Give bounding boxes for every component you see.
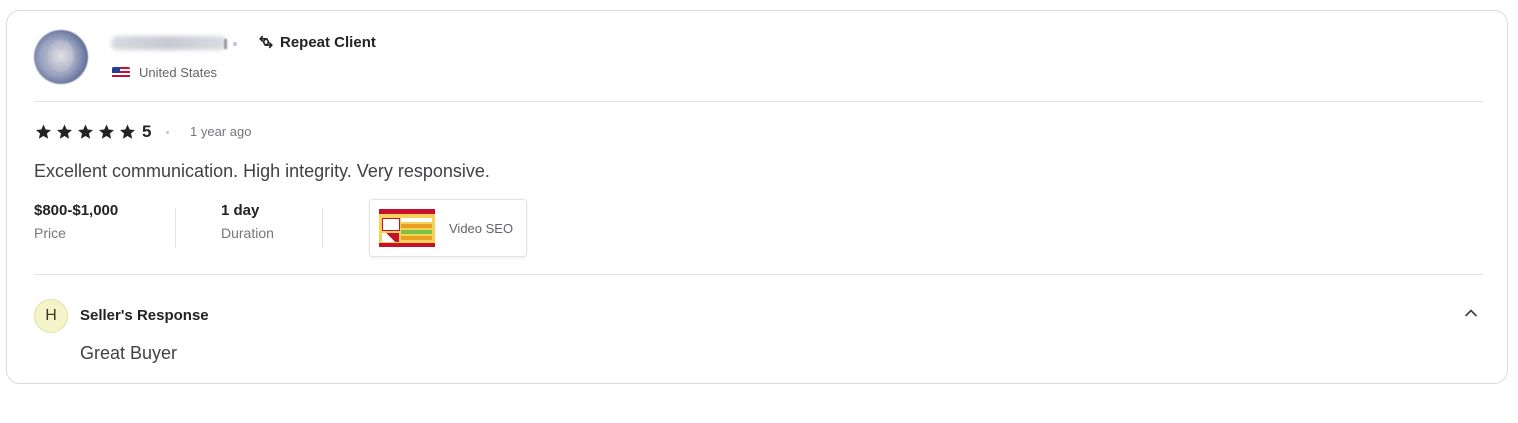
star-icon (78, 124, 93, 139)
us-flag-icon (112, 66, 130, 79)
username-blur-fragment (224, 39, 227, 49)
chevron-up-icon[interactable] (1461, 303, 1481, 323)
youtube-logo-icon (382, 218, 400, 231)
rating-value: 5 (142, 122, 152, 141)
country-name: United States (139, 65, 218, 80)
repeat-client-label: Repeat Client (280, 33, 376, 51)
gig-thumbnail (379, 209, 435, 247)
review-text: Excellent communication. High integrity.… (34, 161, 490, 181)
duration-value: 1 day (221, 202, 260, 219)
star-icon (36, 124, 51, 139)
meta-divider (322, 208, 323, 248)
review-time: 1 year ago (190, 124, 252, 139)
duration-label: Duration (221, 225, 274, 241)
growth-chart-icon (382, 233, 399, 242)
star-icon (57, 124, 72, 139)
response-divider (34, 274, 1483, 275)
star-icon (120, 124, 135, 139)
gig-title: Video SEO (449, 220, 514, 236)
repeat-client-badge: Repeat Client (257, 33, 376, 51)
price-value: $800-$1,000 (34, 202, 119, 219)
seller-response-text: Great Buyer (80, 343, 178, 363)
header-divider (34, 101, 1483, 102)
reviewer-country: United States (112, 65, 217, 80)
rating-row: 5 (34, 122, 151, 142)
meta-divider (175, 208, 176, 248)
duration-block: 1 day Duration (221, 202, 274, 241)
seller-response-title: Seller's Response (80, 307, 209, 324)
separator-dot (233, 42, 237, 46)
repeat-icon (259, 35, 273, 49)
reviewer-avatar[interactable] (34, 30, 88, 84)
reviewer-username-blurred[interactable] (111, 36, 227, 50)
review-card: Repeat Client United States 5 1 year ago… (6, 10, 1508, 384)
seller-avatar: H (34, 299, 68, 333)
separator-dot (166, 131, 169, 134)
price-block: $800-$1,000 Price (34, 202, 118, 241)
star-icon (99, 124, 114, 139)
price-label: Price (34, 225, 66, 241)
star-rating (34, 123, 137, 141)
gig-link-card[interactable]: Video SEO (369, 199, 527, 257)
seller-avatar-letter: H (45, 307, 57, 324)
